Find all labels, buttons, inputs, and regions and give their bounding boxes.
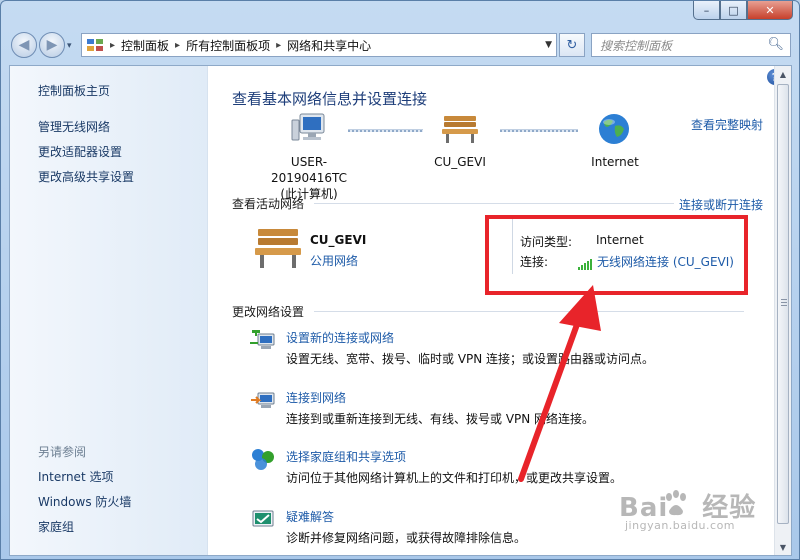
network-sharing-center-window: – □ ✕ ◀ ▶ ▾ ▸ 控制面板 ▸ 所有控制面板项 ▸ 网络和共享中心 ▼… [0, 0, 800, 560]
paw-logo-icon [666, 490, 686, 516]
watermark-url: jingyan.baidu.com [625, 519, 736, 532]
watermark: Bai 经验 jingyan.baidu.com [605, 487, 795, 547]
annotation-arrow [518, 285, 601, 482]
